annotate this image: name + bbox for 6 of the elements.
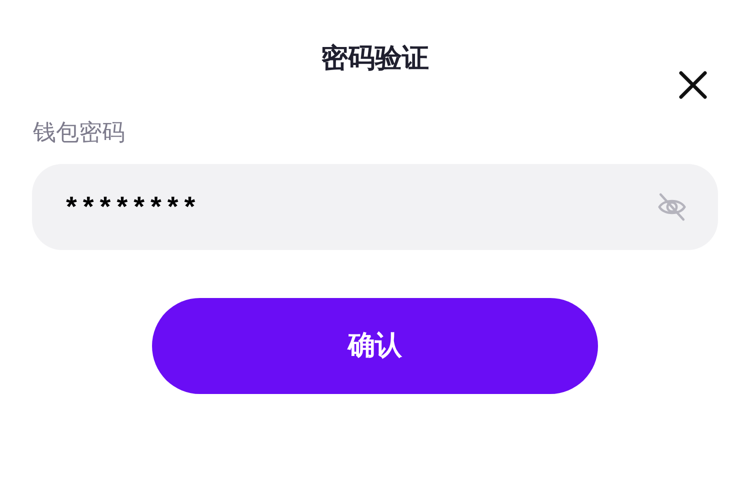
dialog-title: 密码验证 <box>321 42 429 75</box>
confirm-button[interactable]: 确认 <box>152 298 598 394</box>
password-field[interactable]: ******** <box>32 164 718 250</box>
close-icon[interactable] <box>676 68 710 102</box>
field-label: 钱包密码 <box>33 118 126 147</box>
password-value: ******** <box>66 190 202 224</box>
